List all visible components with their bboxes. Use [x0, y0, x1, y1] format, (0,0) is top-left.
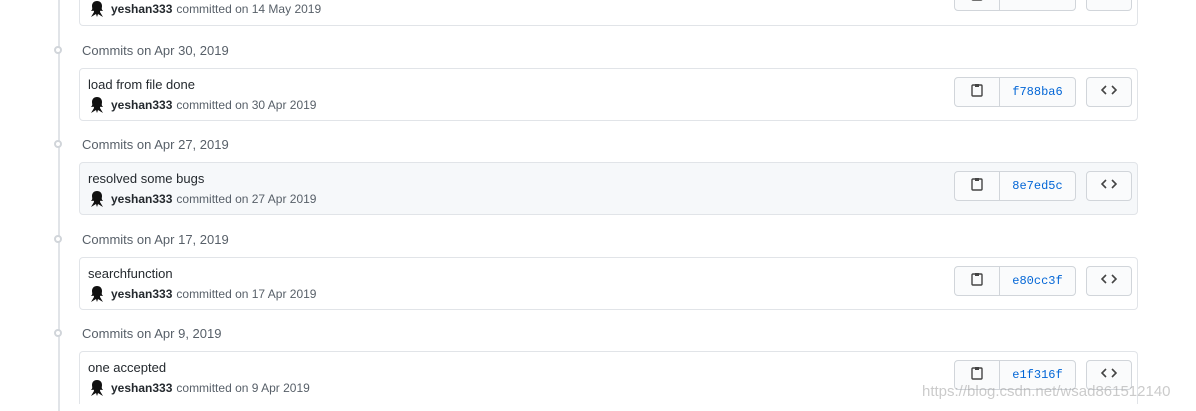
commit-sha-group: 8e7ed5c: [954, 171, 1076, 201]
commit-author[interactable]: yeshan333: [111, 98, 172, 112]
commit-date: committed on 17 Apr 2019: [176, 287, 317, 301]
commit-message[interactable]: resolved some bugs: [88, 171, 204, 186]
browse-repo-button[interactable]: [1086, 266, 1132, 296]
copy-sha-button[interactable]: [955, 0, 1000, 10]
timeline-line: [58, 0, 60, 411]
code-icon: [1100, 177, 1118, 195]
commit-item: resolved some bugs yeshan333 committed o…: [79, 162, 1138, 215]
timeline-dot: [54, 140, 62, 148]
commit-message[interactable]: one accepted: [88, 360, 166, 375]
browse-repo-button[interactable]: [1086, 77, 1132, 107]
code-icon: [1101, 0, 1117, 5]
commit-author[interactable]: yeshan333: [111, 287, 172, 301]
timeline-dot: [54, 235, 62, 243]
commit-group-header: Commits on Apr 27, 2019: [50, 133, 229, 155]
avatar-icon[interactable]: [88, 379, 106, 397]
clipboard-icon: [971, 366, 983, 385]
code-icon: [1100, 366, 1118, 384]
commit-message[interactable]: load from file done: [88, 77, 195, 92]
copy-sha-button[interactable]: [955, 172, 1000, 200]
commit-group-title: Commits on Apr 9, 2019: [82, 325, 222, 341]
commit-meta: yeshan333 committed on 30 Apr 2019: [88, 96, 316, 114]
commit-message[interactable]: searchfunction: [88, 266, 173, 281]
commit-group-title: Commits on Apr 30, 2019: [82, 42, 229, 58]
commit-group-title: Commits on Apr 17, 2019: [82, 231, 229, 247]
browse-repo-button[interactable]: [1086, 171, 1132, 201]
commit-sha-group: f788ba6: [954, 77, 1076, 107]
clipboard-icon: [971, 0, 983, 6]
commit-item: load from file done yeshan333 committed …: [79, 68, 1138, 121]
commit-sha-link[interactable]: f788ba6: [1000, 78, 1075, 106]
watermark-text: https://blog.csdn.net/wsad861512140: [922, 383, 1171, 400]
clipboard-icon: [971, 272, 983, 291]
commit-meta: yeshan333 committed on 14 May 2019: [88, 0, 321, 18]
commit-meta: yeshan333 committed on 17 Apr 2019: [88, 285, 316, 303]
commit-sha-link[interactable]: 8e7ed5c: [1000, 172, 1075, 200]
clipboard-icon: [971, 83, 983, 102]
commit-item: searchfunction yeshan333 committed on 17…: [79, 257, 1138, 310]
commit-group-header: Commits on Apr 9, 2019: [50, 322, 221, 344]
code-icon: [1100, 83, 1118, 101]
commit-date: committed on 14 May 2019: [176, 2, 322, 16]
commit-date: committed on 27 Apr 2019: [176, 192, 317, 206]
commit-author[interactable]: yeshan333: [111, 192, 172, 206]
timeline-dot: [54, 46, 62, 54]
commit-date: committed on 9 Apr 2019: [176, 381, 310, 395]
commit-group-title: Commits on Apr 27, 2019: [82, 136, 229, 152]
code-icon: [1100, 272, 1118, 290]
commit-meta: yeshan333 committed on 27 Apr 2019: [88, 190, 316, 208]
commit-meta: yeshan333 committed on 9 Apr 2019: [88, 379, 310, 397]
commit-group-header: Commits on Apr 30, 2019: [50, 39, 229, 61]
timeline-dot: [54, 329, 62, 337]
commit-sha-group: f7c81e9: [954, 0, 1076, 11]
commit-date: committed on 30 Apr 2019: [176, 98, 317, 112]
avatar-icon[interactable]: [88, 190, 106, 208]
commit-group-header: Commits on Apr 17, 2019: [50, 228, 229, 250]
avatar-icon[interactable]: [88, 0, 106, 18]
commit-sha-link[interactable]: e80cc3f: [1000, 267, 1075, 295]
avatar-icon[interactable]: [88, 285, 106, 303]
avatar-icon[interactable]: [88, 96, 106, 114]
commit-author[interactable]: yeshan333: [111, 2, 172, 16]
copy-sha-button[interactable]: [955, 267, 1000, 295]
browse-repo-button[interactable]: [1086, 0, 1132, 11]
clipboard-icon: [971, 177, 983, 196]
commit-sha-link[interactable]: f7c81e9: [1000, 0, 1075, 10]
commit-sha-group: e80cc3f: [954, 266, 1076, 296]
commit-item: yeshan333 committed on 14 May 2019 f7c81…: [79, 0, 1138, 26]
copy-sha-button[interactable]: [955, 78, 1000, 106]
commit-author[interactable]: yeshan333: [111, 381, 172, 395]
